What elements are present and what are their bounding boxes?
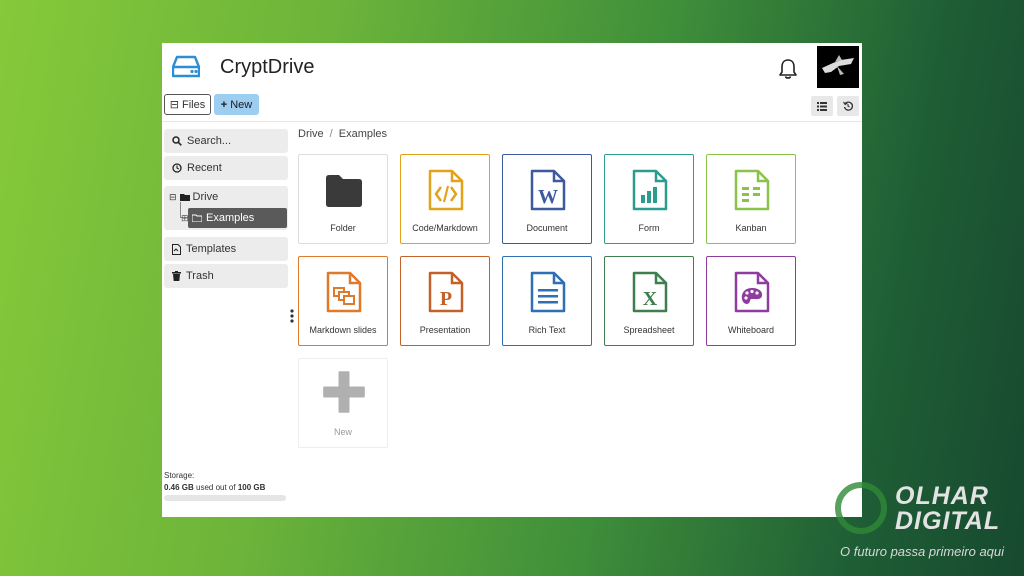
avatar-image-icon xyxy=(822,55,854,75)
tile-whiteboard-label: Whiteboard xyxy=(727,325,775,335)
list-view-button[interactable] xyxy=(811,96,833,116)
tile-form-label: Form xyxy=(638,223,660,233)
drive-logo-icon xyxy=(172,55,200,78)
presentation-icon: P xyxy=(428,271,464,313)
spreadsheet-icon: X xyxy=(632,271,668,313)
tile-folder[interactable]: Folder xyxy=(298,154,388,244)
tile-rich-text-label: Rich Text xyxy=(528,325,566,335)
tile-rich-text[interactable]: Rich Text xyxy=(502,256,592,346)
sidebar-item-recent-label: Recent xyxy=(187,162,222,174)
sidebar-item-trash[interactable]: Trash xyxy=(164,264,288,288)
sidebar-item-trash-label: Trash xyxy=(186,270,214,282)
sidebar-item-examples[interactable]: Examples xyxy=(188,208,287,228)
header-divider xyxy=(162,121,862,122)
svg-text:X: X xyxy=(643,288,658,310)
app-title: CryptDrive xyxy=(220,56,315,78)
storage-label: Storage: xyxy=(164,471,195,480)
tile-presentation-label: Presentation xyxy=(419,325,471,335)
slides-icon xyxy=(326,271,362,313)
sidebar-item-drive-label: Drive xyxy=(192,191,219,203)
cryptdrive-window: CryptDrive ⊟ Files + New Search... Recen… xyxy=(162,43,862,517)
new-button[interactable]: + New xyxy=(214,94,259,115)
storage-usage-middle: used out of xyxy=(193,483,238,492)
sidebar-item-templates-label: Templates xyxy=(186,243,237,255)
breadcrumb: Drive / Examples xyxy=(298,128,387,140)
new-label: New xyxy=(230,98,253,111)
kanban-icon xyxy=(734,169,770,211)
tile-kanban[interactable]: Kanban xyxy=(706,154,796,244)
tile-document[interactable]: W Document xyxy=(502,154,592,244)
svg-text:W: W xyxy=(538,186,558,208)
tile-form[interactable]: Form xyxy=(604,154,694,244)
history-icon xyxy=(843,101,853,111)
files-button[interactable]: ⊟ Files xyxy=(164,94,211,115)
watermark-title-line2: DIGITAL xyxy=(895,507,1001,535)
user-avatar[interactable] xyxy=(817,46,859,88)
plus-icon xyxy=(323,371,365,413)
tile-code-markdown-label: Code/Markdown xyxy=(412,223,478,233)
sidebar-search[interactable]: Search... xyxy=(164,129,288,153)
files-label: Files xyxy=(181,98,206,111)
open-folder-icon xyxy=(192,214,202,222)
search-icon xyxy=(172,136,182,146)
clock-icon xyxy=(172,163,182,173)
template-icon xyxy=(172,243,181,255)
storage-used: 0.46 GB xyxy=(164,483,194,492)
folder-icon xyxy=(179,194,190,201)
drive-tree: ⊟ Drive ⊞ Examples xyxy=(164,186,288,230)
tile-new-label: New xyxy=(333,427,352,437)
watermark-title-line1: OLHAR xyxy=(895,482,989,510)
tile-new[interactable]: New xyxy=(298,358,388,448)
tile-document-label: Document xyxy=(526,223,568,233)
watermark-tagline: O futuro passa primeiro aqui xyxy=(840,544,1005,559)
tile-markdown-slides[interactable]: Markdown slides xyxy=(298,256,388,346)
trash-icon xyxy=(172,271,181,281)
storage-total: 100 GB xyxy=(237,483,266,492)
plus-icon: + xyxy=(220,98,228,111)
list-icon xyxy=(817,101,827,111)
tile-kanban-label: Kanban xyxy=(735,223,767,233)
history-button[interactable] xyxy=(837,96,859,116)
folder-icon xyxy=(326,175,362,207)
files-icon: ⊟ xyxy=(169,99,179,111)
sidebar-item-templates[interactable]: Templates xyxy=(164,237,288,261)
breadcrumb-separator: / xyxy=(329,128,333,140)
sidebar-item-recent[interactable]: Recent xyxy=(164,156,288,180)
tile-spreadsheet[interactable]: X Spreadsheet xyxy=(604,256,694,346)
sidebar-resize-handle-icon[interactable] xyxy=(290,309,294,323)
tile-code-markdown[interactable]: Code/Markdown xyxy=(400,154,490,244)
notifications-bell-icon[interactable] xyxy=(777,58,799,80)
whiteboard-palette-icon xyxy=(734,271,770,313)
watermark-title: OLHAR DIGITAL xyxy=(895,484,1000,534)
tile-spreadsheet-label: Spreadsheet xyxy=(623,325,675,335)
breadcrumb-drive[interactable]: Drive xyxy=(298,128,324,140)
code-file-icon xyxy=(428,169,464,211)
storage-usage-bar xyxy=(164,495,286,501)
svg-text:P: P xyxy=(440,288,452,310)
storage-usage-text: 0.46 GB used out of 100 GB xyxy=(164,483,265,492)
sidebar-item-drive[interactable]: ⊟ Drive xyxy=(169,191,218,203)
breadcrumb-examples[interactable]: Examples xyxy=(339,128,387,140)
tile-whiteboard[interactable]: Whiteboard xyxy=(706,256,796,346)
tile-folder-label: Folder xyxy=(330,223,356,233)
tile-presentation[interactable]: P Presentation xyxy=(400,256,490,346)
sidebar-search-label: Search... xyxy=(187,135,232,147)
form-chart-icon xyxy=(632,169,668,211)
olhar-digital-logo-icon xyxy=(835,482,887,534)
rich-text-icon xyxy=(530,271,566,313)
document-icon: W xyxy=(530,169,566,211)
sidebar-item-examples-label: Examples xyxy=(206,212,255,224)
collapse-icon[interactable]: ⊟ xyxy=(169,192,177,203)
tile-markdown-slides-label: Markdown slides xyxy=(309,325,377,335)
